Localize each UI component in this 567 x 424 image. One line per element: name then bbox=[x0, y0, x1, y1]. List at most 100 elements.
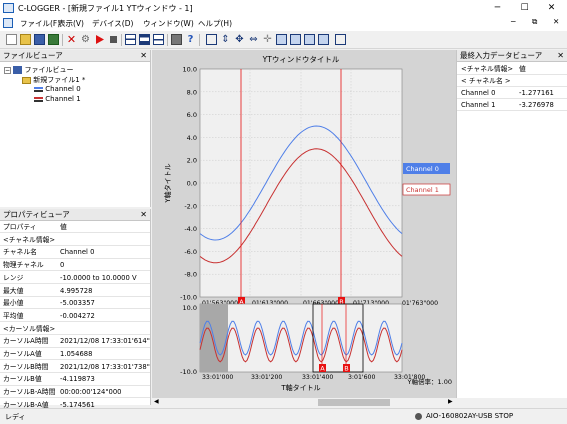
tree-channel-0[interactable]: Channel 0 bbox=[34, 85, 81, 93]
layout1-icon[interactable] bbox=[125, 34, 136, 45]
overview-x-tick-label: 33:01'400 bbox=[302, 374, 333, 381]
latest-row-key: Channel 1 bbox=[461, 101, 496, 109]
property-value: 4.995728 bbox=[60, 286, 93, 295]
window-title: C-LOGGER - [新規ファイル1 YTウィンドウ - 1] bbox=[18, 4, 193, 13]
menu-window[interactable]: ウィンドウ(W) bbox=[143, 18, 194, 29]
doc-icon[interactable] bbox=[3, 18, 13, 28]
close-button[interactable]: ✕ bbox=[538, 0, 565, 16]
print-icon[interactable] bbox=[171, 34, 182, 45]
property-row[interactable]: カーソルA時間 2021/12/08 17:33:01'614"000 bbox=[0, 336, 150, 348]
property-value: -10.0000 to 10.0000 V bbox=[60, 273, 137, 282]
maximize-button[interactable]: ☐ bbox=[511, 0, 538, 16]
layout3-icon[interactable] bbox=[153, 34, 164, 45]
file-viewer-close-icon[interactable]: ✕ bbox=[140, 50, 147, 62]
y-tick-label: 10.0 bbox=[183, 66, 197, 74]
zoom-y-icon[interactable]: ⇕ bbox=[220, 34, 231, 45]
property-key: 最小値 bbox=[3, 299, 24, 308]
property-key: カーソルB時間 bbox=[3, 362, 49, 371]
latest-row-value: -3.276978 bbox=[519, 101, 554, 109]
property-row[interactable]: <チャネル情報> bbox=[0, 235, 150, 246]
channel-icon[interactable] bbox=[335, 34, 346, 45]
menu-file[interactable]: ファイル(F) bbox=[20, 18, 60, 29]
cursor-a-icon[interactable] bbox=[290, 34, 301, 45]
property-key: カーソルB値 bbox=[3, 375, 42, 384]
device-icon[interactable]: ⚙ bbox=[80, 34, 91, 45]
tree-root-label: ファイルビュー bbox=[24, 66, 74, 74]
zoom-x-icon[interactable]: ✥ bbox=[234, 34, 245, 45]
channel-icon bbox=[34, 96, 43, 102]
property-value: Channel 0 bbox=[60, 248, 95, 257]
channel-icon bbox=[34, 86, 43, 92]
new-file-icon[interactable] bbox=[6, 34, 17, 45]
property-header-row[interactable]: プロパティ 値 bbox=[0, 222, 150, 234]
status-text: レディ bbox=[5, 413, 26, 421]
start-icon[interactable] bbox=[94, 34, 105, 45]
menu-view[interactable]: 表示(V) bbox=[58, 18, 84, 29]
property-row[interactable]: 物理チャネル 0 bbox=[0, 260, 150, 272]
property-row[interactable]: 平均値 -0.004272 bbox=[0, 311, 150, 323]
cursor-c-icon[interactable] bbox=[318, 34, 329, 45]
yt-graph[interactable]: YTウィンドウタイトル Y軸タイトル 10.0 8.0 6.0 4.0 2.0 0.0 -2.0… bbox=[152, 50, 456, 398]
help-icon[interactable]: ? bbox=[185, 34, 196, 45]
property-row[interactable]: 最大値 4.995728 bbox=[0, 286, 150, 297]
open-folder-icon[interactable] bbox=[20, 34, 31, 45]
collapse-icon[interactable]: − bbox=[4, 67, 11, 74]
layout2-icon[interactable] bbox=[139, 34, 150, 45]
x-axis-label: T軸タイトル bbox=[280, 383, 320, 392]
menu-device[interactable]: デバイス(D) bbox=[92, 18, 133, 29]
mdi-close-button[interactable]: ✕ bbox=[553, 17, 559, 26]
property-value: 2021/12/08 17:33:01'738"000 bbox=[60, 362, 150, 371]
property-key: カーソルB-A時間 bbox=[3, 388, 56, 397]
property-value: 0 bbox=[60, 261, 65, 270]
cursor-ab-icon[interactable] bbox=[276, 34, 287, 45]
mdi-minimize-button[interactable]: ─ bbox=[511, 17, 516, 26]
y-tick-label: -2.0 bbox=[184, 202, 197, 210]
crosshair-icon[interactable]: ✛ bbox=[262, 34, 273, 45]
tree-channel-1[interactable]: Channel 1 bbox=[34, 95, 81, 103]
y-tick-label: -4.0 bbox=[184, 225, 197, 233]
y-tick-label: 2.0 bbox=[187, 157, 197, 165]
zoom-fit-icon[interactable] bbox=[206, 34, 217, 45]
y-tick-label: 0.0 bbox=[187, 180, 197, 188]
export-icon[interactable] bbox=[48, 34, 59, 45]
latest-data-close-icon[interactable]: ✕ bbox=[557, 50, 564, 62]
move-icon[interactable]: ⇔ bbox=[248, 34, 259, 45]
minimize-button[interactable]: ─ bbox=[484, 0, 511, 16]
file-viewer-panel: ファイルビューア ✕ − ファイルビュー 新規ファイル1 * Channel 0… bbox=[0, 50, 151, 207]
toolbar: ✕ ⚙ ? ⇕ ✥ ⇔ ✛ bbox=[0, 31, 567, 49]
title-bar: C-LOGGER - [新規ファイル1 YTウィンドウ - 1] ─ ☐ ✕ bbox=[0, 0, 567, 16]
latest-header-key: <チャネル情報> bbox=[461, 65, 514, 73]
property-row[interactable]: カーソルB時間 2021/12/08 17:33:01'738"000 bbox=[0, 362, 150, 373]
property-row[interactable]: <カーソル情報> bbox=[0, 324, 150, 335]
save-icon[interactable] bbox=[34, 34, 45, 45]
stop-icon[interactable] bbox=[108, 34, 119, 45]
delete-icon[interactable]: ✕ bbox=[66, 34, 77, 45]
property-viewer-close-icon[interactable]: ✕ bbox=[140, 209, 147, 221]
scroll-thumb[interactable] bbox=[318, 399, 390, 406]
property-key: プロパティ bbox=[3, 223, 37, 231]
property-row[interactable]: カーソルB-A時間 00:00:00'124"000 bbox=[0, 387, 150, 399]
property-row[interactable]: カーソルB値 -4.119873 bbox=[0, 374, 150, 386]
cursor-b-icon[interactable] bbox=[304, 34, 315, 45]
scroll-right-icon[interactable]: ▶ bbox=[448, 398, 453, 405]
tree-root[interactable]: − ファイルビュー bbox=[4, 65, 73, 75]
device-status-icon bbox=[415, 413, 422, 420]
property-row[interactable]: カーソルA値 1.054688 bbox=[0, 349, 150, 361]
overview-y-tick: -10.0 bbox=[180, 368, 197, 376]
property-key: レンジ bbox=[3, 273, 24, 282]
property-row[interactable]: チャネル名 Channel 0 bbox=[0, 247, 150, 259]
overview-y-tick: 10.0 bbox=[183, 304, 197, 312]
y-tick-label: 8.0 bbox=[187, 88, 197, 96]
overview-cursor-a-label: A bbox=[320, 365, 325, 373]
latest-row: Channel 0 -1.277161 bbox=[457, 87, 567, 99]
legend-channel-1-label: Channel 1 bbox=[406, 186, 439, 194]
mdi-restore-button[interactable]: ⧉ bbox=[532, 17, 537, 27]
scroll-left-icon[interactable]: ◀ bbox=[154, 398, 159, 405]
horizontal-scrollbar[interactable]: ◀ ▶ bbox=[152, 398, 456, 407]
property-row[interactable]: レンジ -10.0000 to 10.0000 V bbox=[0, 273, 150, 285]
y-zoom-label: Y軸倍率：1.00 bbox=[407, 377, 452, 386]
property-row[interactable]: 最小値 -5.003357 bbox=[0, 298, 150, 310]
menu-help[interactable]: ヘルプ(H) bbox=[198, 18, 232, 29]
property-viewer-header: プロパティビューア ✕ bbox=[0, 209, 150, 221]
tree-file[interactable]: 新規ファイル1 * bbox=[22, 75, 85, 85]
